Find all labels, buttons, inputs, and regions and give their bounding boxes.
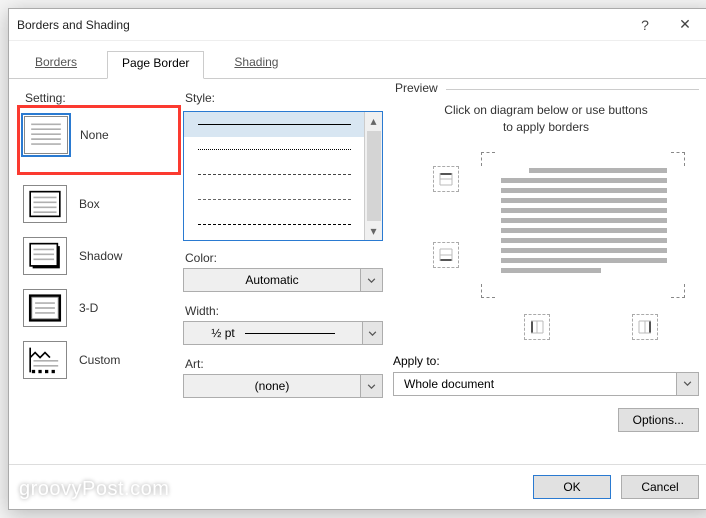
tab-page-border[interactable]: Page Border bbox=[107, 51, 204, 79]
setting-shadow-label: Shadow bbox=[79, 249, 122, 263]
chevron-down-icon[interactable] bbox=[362, 322, 382, 344]
style-option-solid[interactable] bbox=[184, 112, 364, 137]
setting-3d[interactable]: 3-D bbox=[23, 289, 173, 327]
style-option-dashdot[interactable] bbox=[184, 212, 364, 237]
corner-marker bbox=[671, 152, 685, 166]
preview-hint: Click on diagram below or use buttonsto … bbox=[393, 102, 699, 136]
style-items bbox=[184, 112, 364, 240]
style-listbox[interactable]: ▴ ▾ bbox=[183, 111, 383, 241]
dialog-body: Setting: None Box Shadow bbox=[9, 79, 706, 464]
art-combo[interactable]: (none) bbox=[183, 374, 383, 398]
color-value: Automatic bbox=[184, 273, 360, 287]
apply-to-label: Apply to: bbox=[393, 354, 699, 368]
style-scrollbar[interactable]: ▴ ▾ bbox=[364, 112, 382, 240]
threed-icon bbox=[23, 289, 67, 327]
style-label: Style: bbox=[185, 91, 383, 105]
dialog-footer: OK Cancel bbox=[9, 464, 706, 509]
highlight-none: None bbox=[17, 105, 181, 175]
style-option-dotted[interactable] bbox=[184, 137, 364, 162]
art-value: (none) bbox=[184, 379, 360, 393]
chevron-down-icon[interactable] bbox=[360, 375, 382, 397]
titlebar: Borders and Shading ? ✕ bbox=[9, 9, 706, 41]
setting-shadow[interactable]: Shadow bbox=[23, 237, 173, 275]
border-right-button[interactable] bbox=[632, 314, 658, 340]
color-combo[interactable]: Automatic bbox=[183, 268, 383, 292]
window-title: Borders and Shading bbox=[17, 18, 625, 32]
setting-column: Setting: None Box Shadow bbox=[23, 87, 173, 464]
width-combo[interactable]: ½ pt bbox=[183, 321, 383, 345]
document-lines-icon bbox=[501, 168, 667, 282]
cancel-button[interactable]: Cancel bbox=[621, 475, 699, 499]
border-left-button[interactable] bbox=[524, 314, 550, 340]
chevron-down-icon[interactable] bbox=[360, 269, 382, 291]
setting-custom[interactable]: Custom bbox=[23, 341, 173, 379]
ok-button[interactable]: OK bbox=[533, 475, 611, 499]
corner-marker bbox=[481, 152, 495, 166]
border-top-button[interactable] bbox=[433, 166, 459, 192]
scroll-up-icon[interactable]: ▴ bbox=[365, 112, 382, 130]
dialog-borders-and-shading: Borders and Shading ? ✕ Borders Page Bor… bbox=[8, 8, 706, 510]
preview-column: Preview Click on diagram below or use bu… bbox=[393, 87, 699, 464]
art-label: Art: bbox=[185, 357, 383, 371]
setting-3d-label: 3-D bbox=[79, 301, 98, 315]
style-column: Style: ▴ ▾ Color: Automatic bbox=[183, 87, 383, 464]
apply-to-value: Whole document bbox=[394, 377, 676, 391]
width-value: ½ pt bbox=[211, 326, 234, 340]
preview-label: Preview bbox=[393, 81, 446, 95]
tab-bar: Borders Page Border Shading bbox=[9, 41, 706, 79]
width-label: Width: bbox=[185, 304, 383, 318]
border-lr-row bbox=[483, 314, 699, 340]
box-icon bbox=[23, 185, 67, 223]
tab-borders[interactable]: Borders bbox=[33, 51, 79, 78]
chevron-down-icon[interactable] bbox=[676, 373, 698, 395]
close-icon[interactable]: ✕ bbox=[665, 16, 705, 33]
width-sample-line bbox=[245, 333, 335, 334]
setting-none-label: None bbox=[80, 128, 109, 142]
shadow-icon bbox=[23, 237, 67, 275]
none-icon bbox=[24, 116, 68, 154]
options-button[interactable]: Options... bbox=[618, 408, 699, 432]
setting-label: Setting: bbox=[25, 91, 173, 105]
custom-icon bbox=[23, 341, 67, 379]
style-option-dashed-small[interactable] bbox=[184, 187, 364, 212]
tab-shading[interactable]: Shading bbox=[232, 51, 280, 78]
setting-box-label: Box bbox=[79, 197, 100, 211]
setting-none[interactable]: None bbox=[24, 116, 172, 154]
preview-diagram[interactable] bbox=[393, 150, 699, 300]
scroll-down-icon[interactable]: ▾ bbox=[365, 222, 382, 240]
color-label: Color: bbox=[185, 251, 383, 265]
corner-marker bbox=[481, 284, 495, 298]
scroll-thumb[interactable] bbox=[367, 131, 381, 221]
setting-custom-label: Custom bbox=[79, 353, 120, 367]
apply-to-combo[interactable]: Whole document bbox=[393, 372, 699, 396]
help-icon[interactable]: ? bbox=[625, 17, 665, 33]
style-option-dashed-med[interactable] bbox=[184, 162, 364, 187]
corner-marker bbox=[671, 284, 685, 298]
setting-box[interactable]: Box bbox=[23, 185, 173, 223]
preview-group: Preview Click on diagram below or use bu… bbox=[393, 89, 699, 432]
border-bottom-button[interactable] bbox=[433, 242, 459, 268]
